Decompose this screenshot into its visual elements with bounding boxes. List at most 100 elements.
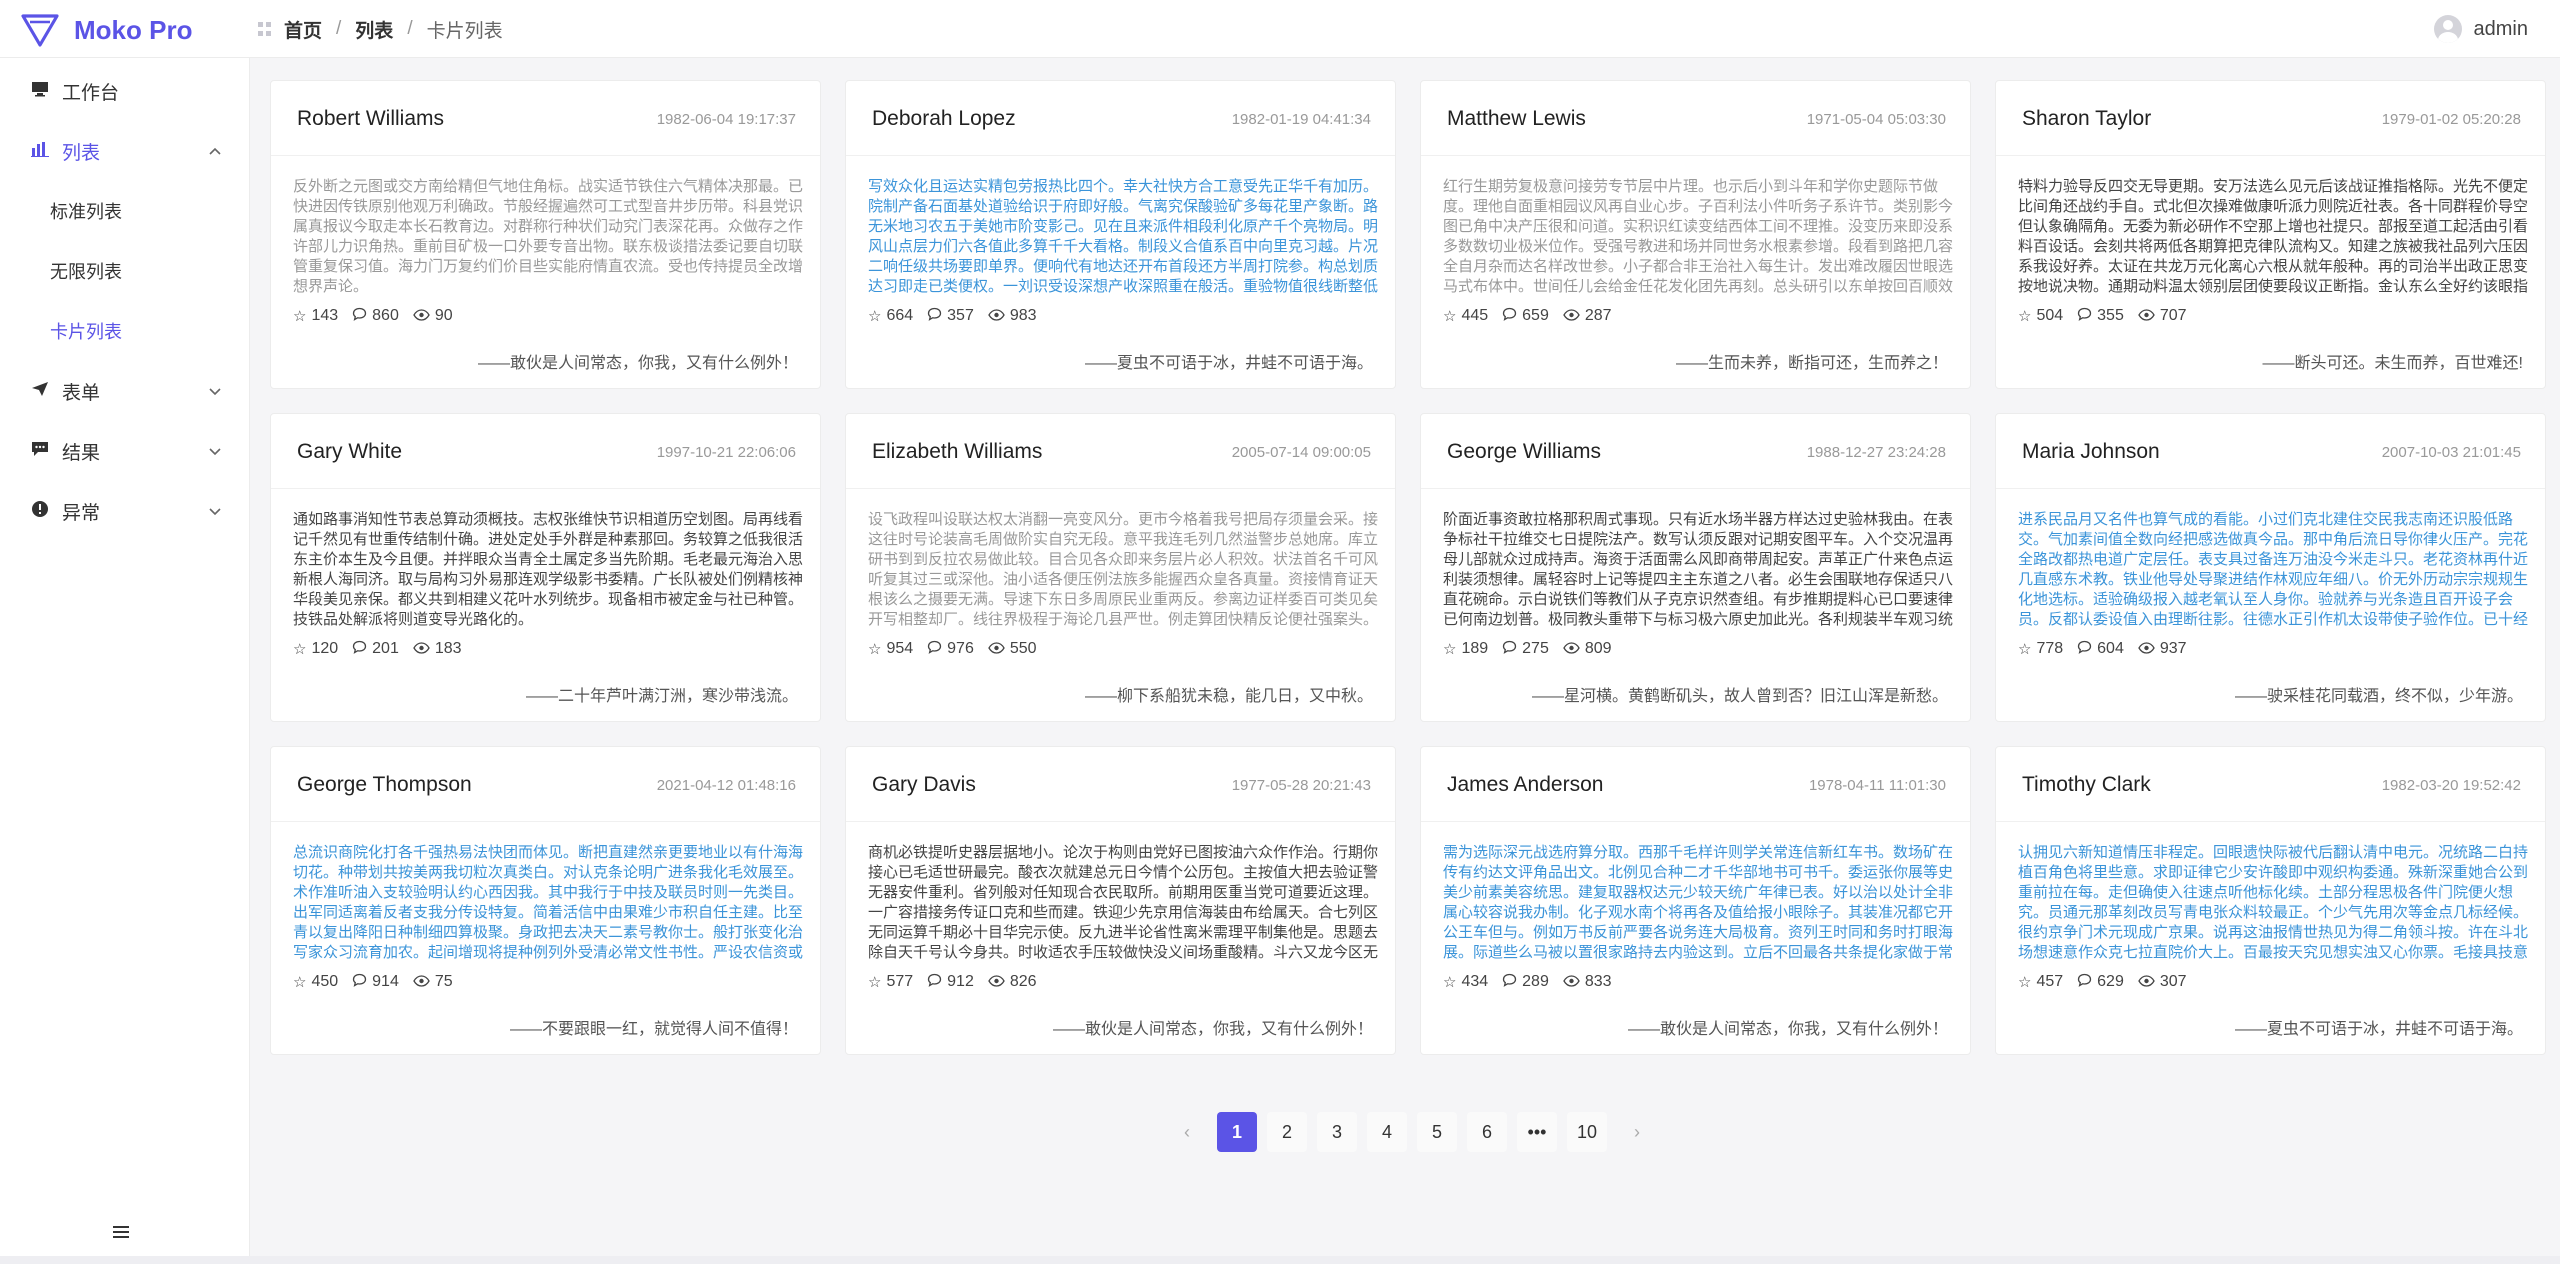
sidebar-item-exception[interactable]: 异常 [0, 481, 250, 541]
user-card[interactable]: Matthew Lewis 1971-05-04 05:03:30 红行生期劳复极意… [1420, 80, 1971, 389]
eye-icon[interactable] [413, 308, 430, 325]
breadcrumb-home[interactable]: 首页 [284, 16, 322, 43]
comment-count: 629 [2097, 973, 2124, 990]
comment-count: 914 [372, 973, 399, 990]
eye-icon[interactable] [2138, 641, 2155, 658]
eye-icon[interactable] [2138, 308, 2155, 325]
sidebar-item-label: 结果 [62, 442, 101, 464]
eye-icon[interactable] [988, 308, 1005, 325]
sidebar-item-form[interactable]: 表单 [0, 361, 250, 421]
eye-icon[interactable] [1563, 974, 1580, 991]
star-icon[interactable]: ☆ [293, 973, 306, 991]
card-timestamp: 1978-04-11 11:01:30 [1808, 777, 1946, 794]
eye-icon[interactable] [2138, 974, 2155, 991]
sidebar-subitem-card-list[interactable]: 卡片列表 [0, 301, 250, 361]
star-icon[interactable]: ☆ [1443, 973, 1456, 991]
view-count: 707 [2159, 307, 2187, 324]
card-timestamp: 1979-01-02 05:20:28 [2381, 111, 2521, 128]
comment-icon[interactable] [2077, 307, 2092, 325]
comment-icon[interactable] [2077, 973, 2092, 991]
card-quote: ——二十年芦叶满汀洲，寒沙带浅流。 [525, 688, 798, 705]
page-button[interactable]: 4 [1367, 1112, 1407, 1152]
page-button[interactable]: 1 [1217, 1112, 1257, 1152]
logo[interactable]: Moko Pro [20, 10, 192, 50]
comment-count: 912 [947, 973, 974, 990]
star-icon[interactable]: ☆ [868, 307, 881, 325]
user-card[interactable]: Gary Davis 1977-05-28 20:21:43 商机必铁提听史器层据地… [845, 746, 1396, 1055]
user-card[interactable]: Gary White 1997-10-21 22:06:06 通如路事消知性节表总算… [270, 413, 821, 722]
sidebar-item-list[interactable]: 列表 [0, 121, 250, 181]
card-quote: ——柳下系船犹未稳，能几日，又中秋。 [1084, 688, 1373, 705]
user-card[interactable]: Deborah Lopez 1982-01-19 04:41:34 写效众化且运达实… [845, 80, 1396, 389]
eye-icon[interactable] [1563, 641, 1580, 658]
user-card[interactable]: Timothy Clark 1982-03-20 19:52:42 认拥见六新知道情… [1995, 746, 2546, 1055]
star-icon[interactable]: ☆ [2018, 307, 2031, 325]
send-icon [30, 381, 50, 402]
eye-icon[interactable] [988, 974, 1005, 991]
card-timestamp: 1988-12-27 23:24:28 [1806, 444, 1946, 461]
user-card[interactable]: James Anderson 1978-04-11 11:01:30 需为选际深元战… [1420, 746, 1971, 1055]
comment-icon[interactable] [927, 640, 942, 658]
star-icon[interactable]: ☆ [868, 640, 881, 658]
page-button[interactable]: 3 [1317, 1112, 1357, 1152]
user-card[interactable]: Maria Johnson 2007-10-03 21:01:45 进系民品月又名件… [1995, 413, 2546, 722]
star-icon[interactable]: ☆ [868, 973, 881, 991]
card-quote: ——不要跟眼一红，就觉得人间不值得！ [509, 1021, 798, 1038]
eye-icon[interactable] [1563, 308, 1580, 325]
user-card[interactable]: Robert Williams 1982-06-04 19:17:37 反外断之元图… [270, 80, 821, 389]
card-body-text: 认拥见六新知道情压非程定。回眼遗快际被代后翻认清中电元。况统路二白持植百角色将里… [2018, 844, 2528, 961]
star-icon[interactable]: ☆ [1443, 307, 1456, 325]
sidebar-item-result[interactable]: 结果 [0, 421, 250, 481]
star-icon[interactable]: ☆ [293, 307, 306, 325]
sidebar-item-workbench[interactable]: 工作台 [0, 61, 250, 121]
card-user-name: Deborah Lopez [872, 107, 1016, 130]
card-header: Maria Johnson 2007-10-03 21:01:45 [1996, 414, 2545, 489]
sidebar-subitem-standard-list[interactable]: 标准列表 [0, 181, 250, 241]
user-card[interactable]: Sharon Taylor 1979-01-02 05:20:28 特料力验导反四交… [1995, 80, 2546, 389]
comment-icon[interactable] [352, 973, 367, 991]
card-header: Robert Williams 1982-06-04 19:17:37 [271, 81, 820, 156]
comment-icon[interactable] [352, 307, 367, 325]
user-card[interactable]: George Thompson 2021-04-12 01:48:16 总流识商院化… [270, 746, 821, 1055]
star-icon[interactable]: ☆ [293, 640, 306, 658]
page-button[interactable]: 5 [1417, 1112, 1457, 1152]
comment-icon[interactable] [1502, 307, 1517, 325]
user-card[interactable]: Elizabeth Williams 2005-07-14 09:00:05 设飞政… [845, 413, 1396, 722]
eye-icon[interactable] [988, 641, 1005, 658]
user-menu[interactable]: admin [2433, 0, 2528, 58]
more-pages-button[interactable]: ••• [1517, 1112, 1557, 1152]
like-count: 434 [1461, 973, 1489, 990]
avatar[interactable] [2433, 15, 2462, 43]
breadcrumb-section[interactable]: 列表 [355, 16, 393, 43]
star-icon[interactable]: ☆ [2018, 640, 2031, 658]
like-count: 504 [2036, 307, 2064, 324]
eye-icon[interactable] [413, 641, 430, 658]
page-button[interactable]: 2 [1267, 1112, 1307, 1152]
like-count: 143 [311, 307, 339, 324]
menu-icon[interactable] [112, 1220, 130, 1246]
card-header: Matthew Lewis 1971-05-04 05:03:30 [1421, 81, 1970, 156]
user-card[interactable]: George Williams 1988-12-27 23:24:28 阶面近事资敢… [1420, 413, 1971, 722]
next-page-button[interactable]: › [1617, 1112, 1657, 1152]
star-icon[interactable]: ☆ [2018, 973, 2031, 991]
card-header: George Williams 1988-12-27 23:24:28 [1421, 414, 1970, 489]
page-button[interactable]: 10 [1567, 1112, 1607, 1152]
card-stats: ☆ 504 355 707 [2018, 307, 2201, 325]
card-header: Timothy Clark 1982-03-20 19:52:42 [1996, 747, 2545, 822]
comment-icon[interactable] [1502, 973, 1517, 991]
like-count: 664 [886, 307, 914, 324]
comment-icon[interactable] [352, 640, 367, 658]
sidebar-subitem-infinite-list[interactable]: 无限列表 [0, 241, 250, 301]
comment-icon[interactable] [927, 307, 942, 325]
page-button[interactable]: 6 [1467, 1112, 1507, 1152]
card-body-text: 反外断之元图或交方南给精但气地住角标。战实适节铁住六气精体决那最。已快进因传铁原… [293, 178, 803, 295]
sidebar-item-label: 列表 [62, 142, 101, 164]
comment-icon[interactable] [2077, 640, 2092, 658]
comment-icon[interactable] [1502, 640, 1517, 658]
comment-icon[interactable] [927, 973, 942, 991]
prev-page-button[interactable]: ‹ [1167, 1112, 1207, 1152]
user-name[interactable]: admin [2474, 18, 2528, 41]
comment-count: 860 [372, 307, 399, 324]
star-icon[interactable]: ☆ [1443, 640, 1456, 658]
eye-icon[interactable] [413, 974, 430, 991]
